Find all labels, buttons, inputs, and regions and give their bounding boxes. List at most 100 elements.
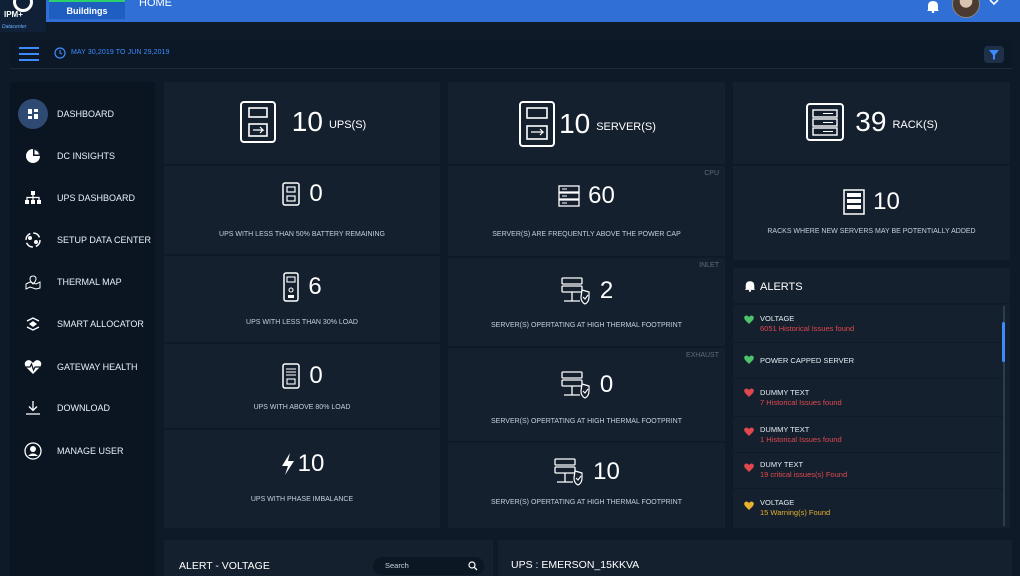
chevron-down-icon[interactable]: [988, 0, 1000, 8]
alerts-panel: ALERTS VOLTAGE 6051 Historical Issues fo…: [733, 268, 1010, 528]
sidebar-item-dashboard[interactable]: DASHBOARD: [18, 98, 153, 130]
ups-low-load-cell[interactable]: 6 UPS WITH LESS THAN 30% LOAD: [164, 254, 440, 342]
alert-item[interactable]: DUMMY TEXT 1 Historical Issues found: [733, 416, 1003, 452]
server-device-icon: [519, 101, 556, 147]
sidebar-item-gateway-health[interactable]: GATEWAY HEALTH: [18, 351, 153, 383]
rack-device-icon: [806, 103, 845, 141]
lightning-icon: [281, 453, 294, 475]
top-bar: IPM+ Datacenter Buildings HOME: [0, 0, 1020, 32]
server-unit: SERVER(S): [596, 121, 656, 133]
alert-title: DUMMY TEXT: [760, 425, 810, 434]
server-rack-icon: [558, 185, 580, 207]
ups-unit: UPS(S): [328, 119, 367, 131]
sidebar-item-ups-dashboard[interactable]: UPS DASHBOARD: [18, 182, 153, 214]
server-cpu-cell[interactable]: CPU 60 SERVER(S) ARE FREQUENTLY ABOVE TH…: [448, 164, 725, 256]
heart-icon: [744, 315, 754, 324]
rack-count: 39: [855, 106, 887, 137]
ups-phase-imbalance-cell[interactable]: 10 UPS WITH PHASE IMBALANCE: [164, 428, 440, 528]
sidebar-item-label: DOWNLOAD: [57, 403, 111, 413]
alert-item[interactable]: DUMY TEXT 19 critical issues(s) Found: [733, 452, 1003, 488]
hamburger-menu-icon[interactable]: [19, 47, 39, 61]
sidebar-item-dc-insights[interactable]: DC INSIGHTS: [18, 140, 153, 172]
filter-button[interactable]: [984, 46, 1004, 63]
allocator-icon: [18, 309, 48, 339]
sidebar-item-manage-user[interactable]: MANAGE USER: [18, 435, 153, 467]
sidebar-item-label: DASHBOARD: [57, 109, 115, 119]
server-thermal-desc: SERVER(S) OPERTATING AT HIGH THERMAL FOO…: [491, 499, 682, 506]
alert-item[interactable]: DUMMY TEXT 7 Historical Issues found: [733, 378, 1003, 416]
rack-unit: RACK(S): [892, 119, 938, 131]
app-logo[interactable]: IPM+ Datacenter: [0, 0, 46, 32]
alerts-header: ALERTS: [733, 268, 1010, 304]
server-thermal-cell[interactable]: 10 SERVER(S) OPERTATING AT HIGH THERMAL …: [448, 441, 725, 528]
alert-item[interactable]: VOLTAGE 15 Warning(s) Found: [733, 488, 1003, 528]
alert-item[interactable]: VOLTAGE 6051 Historical Issues found: [733, 304, 1003, 342]
alert-voltage-title: ALERT - VOLTAGE: [179, 560, 270, 572]
ups-high-load-value: 0: [309, 362, 323, 389]
alert-title: POWER CAPPED SERVER: [760, 356, 855, 365]
sidebar-item-label: DC INSIGHTS: [57, 151, 116, 161]
sidebar-item-label: MANAGE USER: [57, 446, 124, 456]
ups-high-load-cell[interactable]: 0 UPS WITH ABOVE 80% LOAD: [164, 342, 440, 428]
sidebar-item-smart-allocator[interactable]: SMART ALLOCATOR: [18, 308, 153, 340]
alert-title: VOLTAGE: [760, 498, 795, 507]
ups-count: 10: [291, 106, 323, 137]
server-panel: 10 SERVER(S) CPU 60 SERVER(S) ARE FREQUE…: [448, 82, 725, 528]
server-thermal-value: 10: [593, 458, 620, 485]
search-input[interactable]: Search: [373, 557, 484, 575]
alert-item[interactable]: POWER CAPPED SERVER: [733, 342, 1003, 378]
ups-detail-panel: UPS : EMERSON_15KKVA: [498, 540, 1012, 576]
ups-battery-desc: UPS WITH LESS THAN 50% BATTERY REMAINING: [219, 231, 385, 238]
heart-icon: [744, 355, 754, 364]
alert-subtitle: 1 Historical Issues found: [760, 435, 842, 444]
server-exhaust-value: 0: [599, 371, 614, 398]
logo-text: IPM+: [4, 10, 23, 19]
server-exhaust-desc: SERVER(S) OPERTATING AT HIGH THERMAL FOO…: [491, 418, 682, 425]
heart-icon: [744, 427, 754, 436]
alert-subtitle: 15 Warning(s) Found: [760, 508, 831, 517]
server-inlet-value: 2: [599, 277, 614, 304]
user-avatar[interactable]: [952, 0, 980, 18]
server-cpu-tag: CPU: [704, 170, 719, 177]
alert-heart-2: [744, 388, 754, 397]
ups-unit-icon: [282, 363, 301, 389]
server-inlet-cell[interactable]: INLET 2 SERVER(S) OPERTATING AT HIGH THE…: [448, 256, 725, 346]
sidebar-item-label: SETUP DATA CENTER: [57, 235, 152, 245]
server-cpu-value: 60: [588, 182, 615, 209]
alert-heart-1: [744, 355, 754, 364]
server-exhaust-cell[interactable]: EXHAUST 0 SERVER(S) OPERTATING AT HIGH T…: [448, 346, 725, 441]
sidebar-item-label: SMART ALLOCATOR: [57, 319, 144, 329]
sidebar-item-download[interactable]: DOWNLOAD: [18, 392, 153, 424]
search-icon: [468, 561, 478, 571]
ups-battery-cell[interactable]: 0 UPS WITH LESS THAN 50% BATTERY REMAINI…: [164, 164, 440, 254]
funnel-icon: [989, 50, 999, 60]
alert-subtitle: 6051 Historical Issues found: [760, 324, 855, 333]
server-shield-icon: [561, 371, 590, 399]
ups-battery-value: 0: [309, 180, 323, 207]
bell-icon: [744, 281, 756, 292]
ups-panel: 10 UPS(S) 0 UPS WITH LESS THAN 50% BATTE…: [164, 82, 440, 528]
date-range[interactable]: MAY 30,2019 TO JUN 29,2019: [71, 49, 170, 56]
rack-capacity-cell[interactable]: 10 RACKS WHERE NEW SERVERS MAY BE POTENT…: [733, 164, 1010, 260]
server-exhaust-tag: EXHAUST: [685, 352, 719, 359]
alert-voltage-panel: ALERT - VOLTAGE Search: [164, 540, 493, 576]
server-summary[interactable]: 10 SERVER(S): [448, 82, 725, 164]
rack-cabinet-icon: [843, 189, 865, 215]
ups-device-icon: [239, 101, 276, 143]
ups-summary[interactable]: 10 UPS(S): [164, 82, 440, 164]
server-cpu-desc: SERVER(S) ARE FREQUENTLY ABOVE THE POWER…: [492, 231, 681, 238]
rack-summary[interactable]: 39 RACK(S): [733, 82, 1010, 164]
sidebar-item-setup-data-center[interactable]: SETUP DATA CENTER: [18, 224, 153, 256]
alert-title: DUMY TEXT: [760, 460, 804, 469]
sidebar-item-thermal-map[interactable]: THERMAL MAP: [18, 266, 153, 298]
heart-icon: [744, 501, 754, 510]
rack-panel: 39 RACK(S) 10 RACKS WHERE NEW SERVERS MA…: [733, 82, 1010, 260]
dashboard-icon: [18, 99, 48, 129]
alert-subtitle: 7 Historical Issues found: [760, 398, 842, 407]
alert-subtitle: 19 critical issues(s) Found: [760, 470, 848, 479]
alerts-scrollbar-thumb[interactable]: [1002, 322, 1005, 362]
ups-phase-value: 10: [297, 450, 325, 477]
tab-buildings[interactable]: Buildings: [49, 0, 125, 19]
notification-bell-icon[interactable]: [926, 0, 940, 13]
setup-icon: [18, 225, 48, 255]
